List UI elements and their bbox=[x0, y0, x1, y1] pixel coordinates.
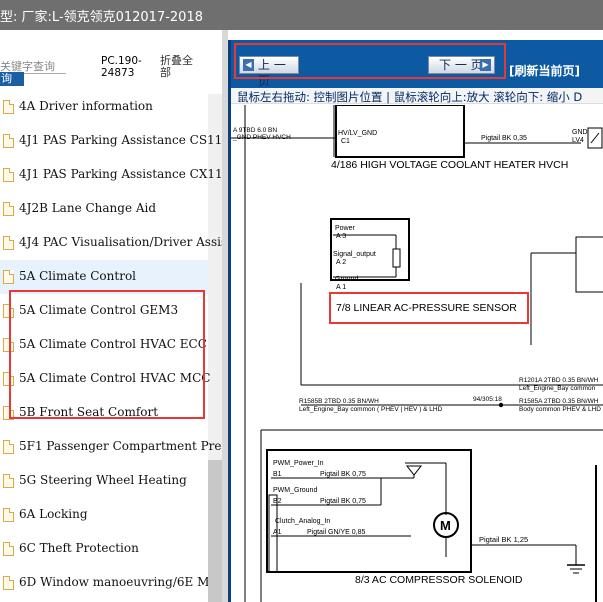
hv-gnd-pin: C1 bbox=[341, 138, 350, 145]
document-icon bbox=[3, 202, 14, 216]
wire-r1585b-loc: Left_Engine_Bay common ( PHEV | HEV ) & … bbox=[299, 406, 443, 413]
motor-label: M bbox=[440, 518, 451, 533]
tree-item[interactable]: 5G Steering Wheel Heating bbox=[0, 464, 208, 498]
tree-item-label: 4J1 PAS Parking Assistance CX11 bbox=[19, 167, 222, 181]
document-icon bbox=[3, 542, 14, 556]
document-icon bbox=[3, 440, 14, 454]
title-bar: 型: 厂家:L-领克领克012017-2018 bbox=[0, 0, 603, 30]
pin-b1: B1 bbox=[273, 471, 282, 478]
pigtail-b2: Pigtail BK 0,75 bbox=[320, 498, 366, 505]
document-icon bbox=[3, 236, 14, 250]
highlight-box-toolbar bbox=[234, 43, 506, 79]
tree-item-label: 6D Window manoeuvring/6E Mirro bbox=[19, 575, 222, 589]
document-icon bbox=[3, 168, 14, 182]
query-button[interactable]: 询 bbox=[0, 72, 24, 86]
tree-item-label: 4J2B Lane Change Aid bbox=[19, 201, 157, 215]
pigtail-b1: Pigtail BK 0,75 bbox=[320, 471, 366, 478]
tree-item[interactable]: 6A Locking bbox=[0, 498, 208, 532]
tree-item-label: 4A Driver information bbox=[19, 99, 153, 113]
viewer-toolbar: ◀ 上 一 页 下 一 页 ▶ [刷新当前页] bbox=[231, 40, 603, 88]
tree-item[interactable]: 5F1 Passenger Compartment Pre-Co bbox=[0, 430, 222, 464]
wire-r1201a-loc: Left_Engine_Bay common bbox=[519, 385, 596, 392]
pin-a1: A1 bbox=[273, 529, 282, 536]
pigtail-right: Pigtail BK 1,25 bbox=[479, 535, 528, 544]
hint-bar: 鼠标左右拖动: 控制图片位置 | 鼠标滚轮向上:放大 滚轮向下: 缩小 D bbox=[231, 88, 603, 104]
tree-item-label: 4J4 PAC Visualisation/Driver Assis bbox=[19, 235, 222, 249]
document-icon bbox=[3, 134, 14, 148]
gnd-right: GND bbox=[572, 129, 588, 136]
left-scrollbar-thumb[interactable] bbox=[208, 460, 222, 602]
tree-item[interactable]: 4J1 PAS Parking Assistance CS11 C bbox=[0, 124, 222, 158]
pigtail-top: Pigtail BK 0,35 bbox=[481, 135, 527, 142]
lv4-label: LV4 bbox=[572, 137, 584, 144]
clutch-label: Clutch_Analog_In bbox=[275, 518, 330, 525]
tree-item-label: 5A Climate Control bbox=[19, 269, 136, 283]
tree-item[interactable]: 4A Driver information bbox=[0, 90, 208, 124]
compressor-box bbox=[266, 449, 472, 573]
wire-r1201a: R1201A 2TBD 0.35 BN/WH bbox=[519, 377, 599, 384]
window-title: 型: 厂家:L-领克领克012017-2018 bbox=[0, 10, 203, 25]
tree-item-label: 6C Theft Protection bbox=[19, 541, 139, 555]
pc-code-label: PC.190-24873 bbox=[101, 55, 142, 79]
document-icon bbox=[3, 100, 14, 114]
compressor-title: 8/3 AC COMPRESSOR SOLENOID bbox=[355, 574, 523, 586]
sensor-a3: A 3 bbox=[336, 233, 346, 240]
refresh-page-link[interactable]: [刷新当前页] bbox=[509, 62, 580, 79]
wiring-diagram[interactable]: A 9TBD 6.0 BN _GND PHEV HVCH HV/LV_GND C… bbox=[231, 104, 603, 602]
top-wire-left2: _GND PHEV HVCH bbox=[232, 134, 291, 141]
tree-item-label: 4J1 PAS Parking Assistance CS11 C bbox=[19, 133, 222, 147]
heater-title: 4/186 HIGH VOLTAGE COOLANT HEATER HVCH bbox=[331, 159, 568, 171]
left-panel-header: 关键字查询 询 PC.190-24873 折叠全部 bbox=[0, 30, 222, 94]
tree-item-label: 5F1 Passenger Compartment Pre-Co bbox=[19, 439, 222, 453]
tree-item[interactable]: 5A Climate Control bbox=[0, 260, 208, 294]
top-wire-left: A 9TBD 6.0 BN bbox=[233, 127, 277, 134]
pwm-ground: PWM_Ground bbox=[273, 487, 317, 494]
sensor-signal: Signal_output bbox=[333, 251, 376, 258]
sensor-a2: A 2 bbox=[336, 259, 346, 266]
document-icon bbox=[3, 508, 14, 522]
collapse-all-button[interactable]: 折叠全部 bbox=[160, 55, 200, 79]
tree-item[interactable]: 6C Theft Protection bbox=[0, 532, 208, 566]
wiring-diagram-svg: A 9TBD 6.0 BN _GND PHEV HVCH HV/LV_GND C… bbox=[231, 104, 603, 602]
pin-b2: B2 bbox=[273, 498, 282, 505]
wire-r1585a-loc: Body common PHEV & LHD bbox=[519, 406, 601, 413]
document-icon bbox=[3, 270, 14, 284]
document-icon bbox=[3, 576, 14, 590]
splice-label: 94/305:18 bbox=[473, 396, 502, 403]
wire-r1585a: R1585A 2TBD 0.35 BN/WH bbox=[519, 398, 599, 405]
highlight-box-tree bbox=[9, 290, 205, 419]
tree-item[interactable]: 4J4 PAC Visualisation/Driver Assis bbox=[0, 226, 222, 260]
pigtail-a1: Pigtail GN/YE 0,85 bbox=[307, 529, 365, 536]
sensor-title: 7/8 LINEAR AC-PRESSURE SENSOR bbox=[336, 302, 517, 314]
hint-text: 鼠标左右拖动: 控制图片位置 | 鼠标滚轮向上:放大 滚轮向下: 缩小 D bbox=[237, 90, 583, 104]
hv-gnd-label: HV/LV_GND bbox=[338, 130, 377, 137]
diagram-viewer: ◀ 上 一 页 下 一 页 ▶ [刷新当前页] 鼠标左右拖动: 控制图片位置 |… bbox=[228, 40, 603, 602]
tree-item[interactable]: 6D Window manoeuvring/6E Mirro bbox=[0, 566, 222, 600]
sensor-power: Power bbox=[335, 225, 356, 232]
tree-item-label: 6A Locking bbox=[19, 507, 88, 521]
tree-item[interactable]: 4J2B Lane Change Aid bbox=[0, 192, 208, 226]
document-icon bbox=[3, 474, 14, 488]
sensor-a1: A 1 bbox=[336, 284, 346, 291]
tree-item-label: 5G Steering Wheel Heating bbox=[19, 473, 187, 487]
tree-item[interactable]: 4J1 PAS Parking Assistance CX11 bbox=[0, 158, 222, 192]
left-panel: 关键字查询 询 PC.190-24873 折叠全部 4A Driver info… bbox=[0, 30, 222, 602]
wire-r1585b: R1585B 2TBD 0.35 BN/WH bbox=[299, 398, 379, 405]
pwm-power: PWM_Power_In bbox=[273, 460, 324, 467]
